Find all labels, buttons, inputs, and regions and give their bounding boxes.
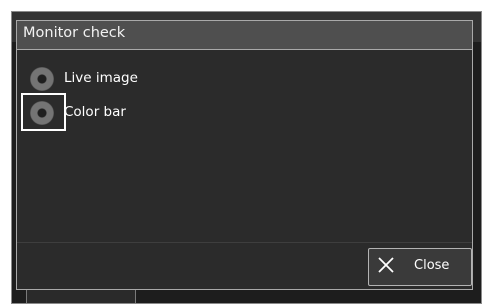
radio-button-icon[interactable]: [30, 67, 54, 91]
dialog-title: Monitor check: [23, 25, 126, 41]
close-button-label: Close: [414, 258, 450, 273]
highlight-box: [21, 93, 66, 131]
close-icon: [378, 257, 394, 273]
option-live-image[interactable]: Live image: [27, 66, 247, 92]
monitor-check-dialog: Monitor check Live image Color bar Close: [16, 20, 473, 290]
close-button[interactable]: Close: [368, 248, 472, 286]
option-label: Live image: [64, 70, 138, 86]
dialog-title-bar: Monitor check: [17, 21, 472, 50]
option-label: Color bar: [64, 104, 126, 120]
footer-divider: [17, 242, 472, 243]
